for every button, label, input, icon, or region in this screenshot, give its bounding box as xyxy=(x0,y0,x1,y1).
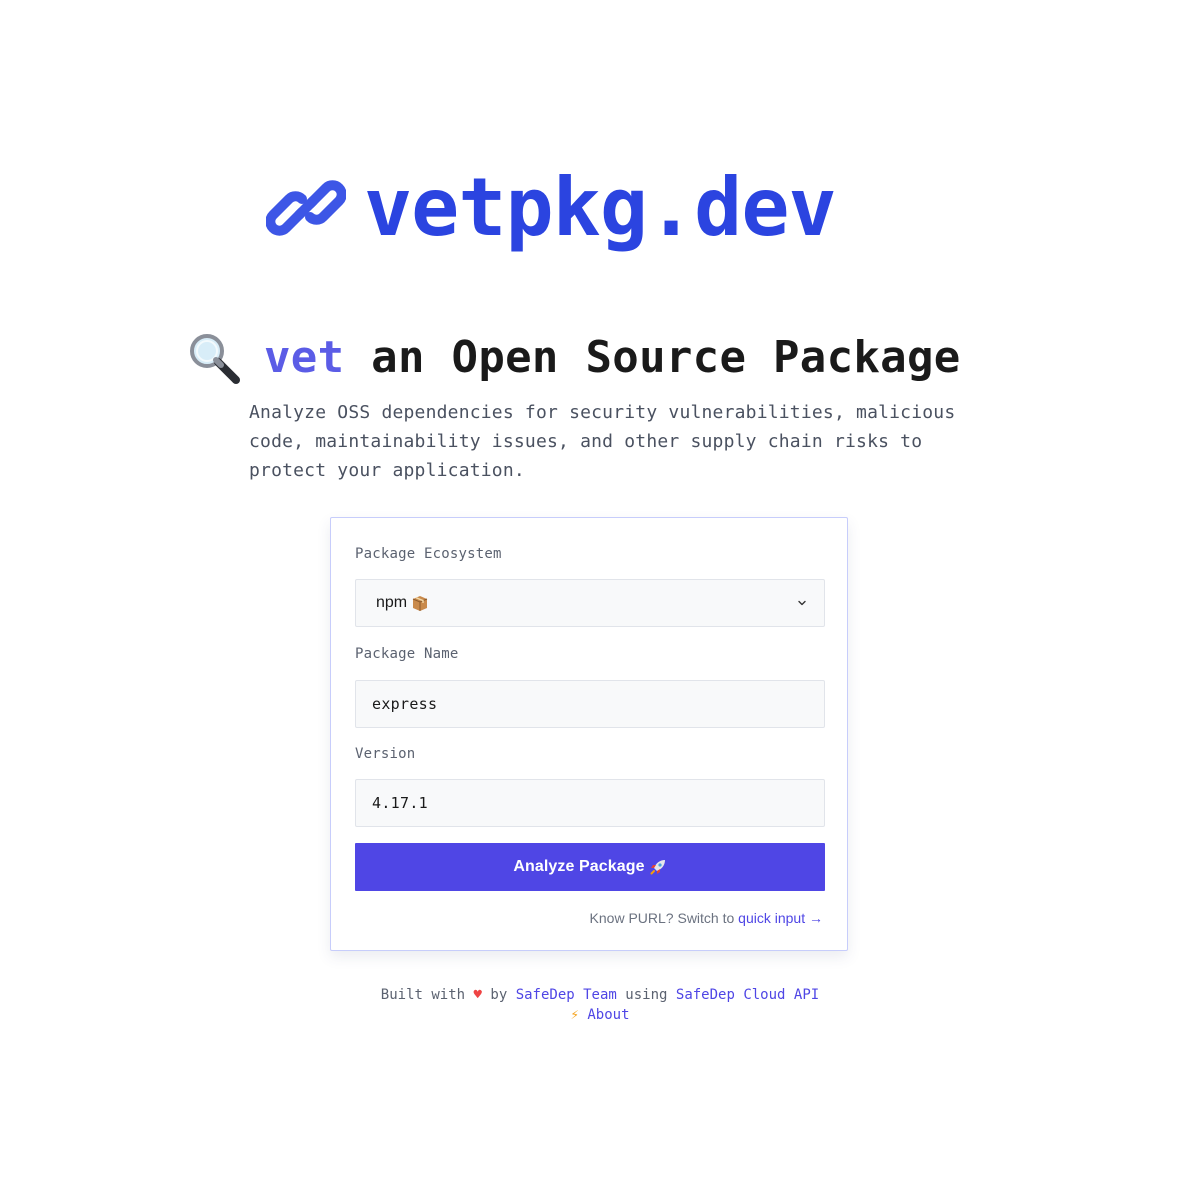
footer-using: using xyxy=(625,987,668,1003)
footer-by: by xyxy=(490,987,508,1003)
version-input[interactable]: 4.17.1 xyxy=(355,779,825,827)
purl-prompt: Know PURL? Switch to xyxy=(589,910,739,926)
purl-switch-line: Know PURL? Switch to quick input → xyxy=(590,909,823,927)
footer-about-line: ⚡ About xyxy=(0,1005,1200,1025)
package-name-value: express xyxy=(372,695,438,713)
ecosystem-value-text: npm xyxy=(376,594,408,611)
page-title: vet an Open Source Package xyxy=(264,330,961,386)
title-rest: an Open Source Package xyxy=(344,332,961,383)
safedep-cloud-api-link[interactable]: SafeDep Cloud API xyxy=(676,987,819,1003)
footer-credits: Built with ♥ by SafeDep Team using SafeD… xyxy=(0,985,1200,1005)
package-box-icon xyxy=(412,596,428,611)
quick-input-link[interactable]: quick input → xyxy=(738,910,823,926)
tagline: Analyze OSS dependencies for security vu… xyxy=(249,402,956,481)
site-title: vetpkg.dev xyxy=(364,161,837,254)
analyze-form-card: Package Ecosystem npm Package Name expre… xyxy=(330,517,848,951)
about-link[interactable]: About xyxy=(587,1007,629,1023)
version-label: Version xyxy=(355,746,416,762)
ecosystem-label: Package Ecosystem xyxy=(355,546,502,562)
analyze-button-label: Analyze Package xyxy=(513,858,645,875)
ecosystem-selected-value: npm xyxy=(376,594,429,612)
package-name-input[interactable]: express xyxy=(355,680,825,728)
chevron-down-icon xyxy=(798,600,806,606)
ecosystem-select[interactable]: npm xyxy=(355,579,825,627)
site-logo[interactable]: vetpkg.dev xyxy=(266,161,837,254)
page-heading: vet an Open Source Package xyxy=(186,330,961,386)
analyze-package-button[interactable]: Analyze Package xyxy=(355,843,825,891)
title-accent: vet xyxy=(264,332,345,383)
link-icon xyxy=(266,180,346,236)
heart-icon: ♥ xyxy=(473,987,482,1003)
package-name-label: Package Name xyxy=(355,646,459,662)
lightning-icon: ⚡ xyxy=(570,1007,579,1023)
safedep-team-link[interactable]: SafeDep Team xyxy=(516,987,617,1003)
magnifying-glass-icon xyxy=(190,334,240,384)
footer-built-with: Built with xyxy=(380,987,466,1003)
version-value: 4.17.1 xyxy=(372,794,428,812)
rocket-icon xyxy=(650,860,665,875)
page-footer: Built with ♥ by SafeDep Team using SafeD… xyxy=(0,985,1200,1025)
